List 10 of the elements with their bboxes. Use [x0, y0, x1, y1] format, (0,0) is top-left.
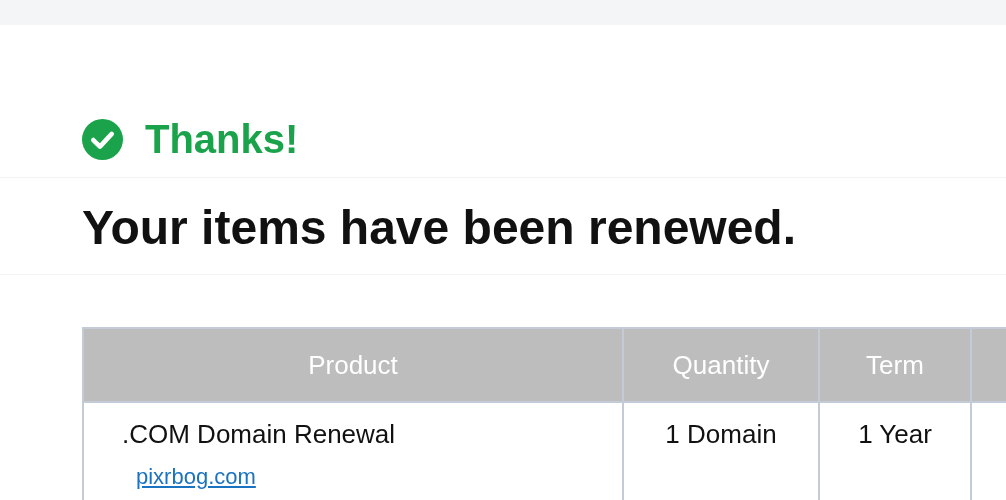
column-header: Quantity: [623, 328, 819, 402]
table-cell: 1 Domain: [623, 402, 819, 500]
table-cell: 1 Year: [819, 402, 971, 500]
product-name: .COM Domain Renewal: [122, 419, 397, 450]
confirmation-heading: Your items have been renewed.: [82, 204, 798, 252]
check-icon: [82, 118, 123, 160]
thanks-title: Thanks!: [145, 116, 299, 162]
column-header: Product: [83, 328, 623, 402]
column-header: Term: [819, 328, 971, 402]
domain-link[interactable]: pixrbog.com: [136, 464, 256, 490]
